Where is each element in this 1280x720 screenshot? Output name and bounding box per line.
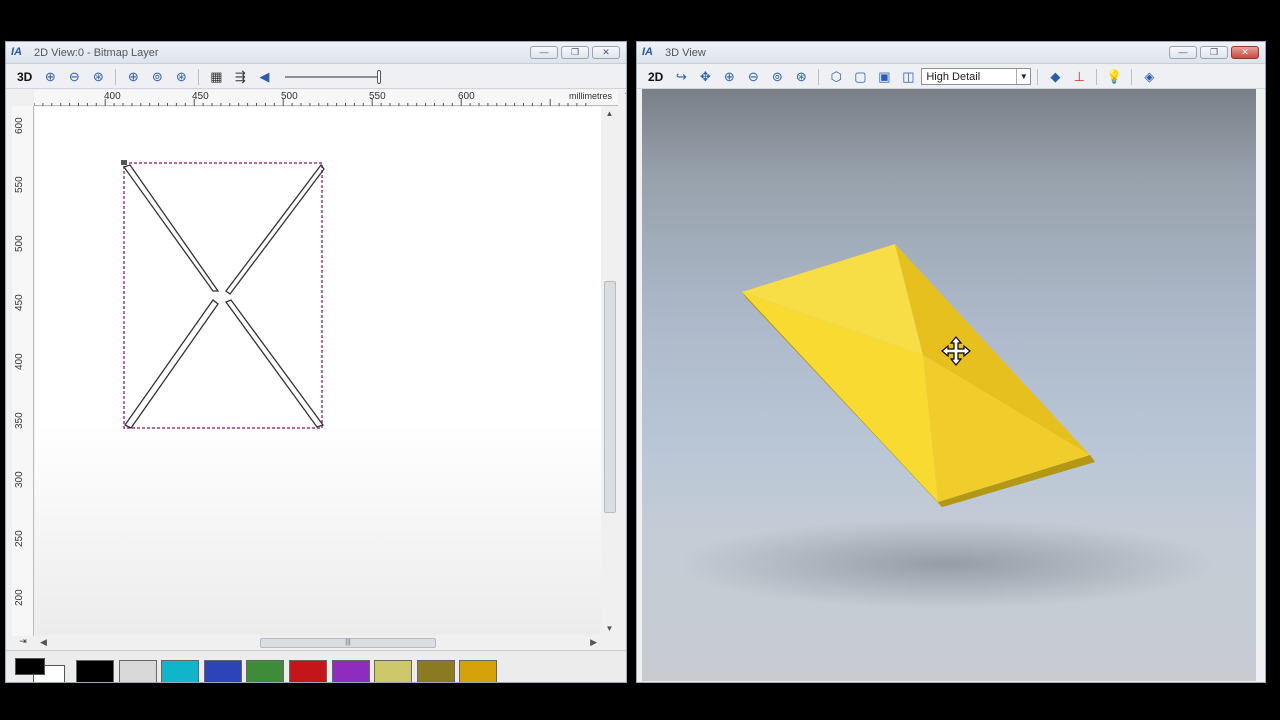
- bitmap-drawing: [35, 107, 601, 635]
- ruler-label: 350: [14, 412, 25, 429]
- ruler-label: 600: [14, 117, 25, 134]
- horizontal-ruler: 400 450 500 550 600 millimetres ▼: [34, 90, 626, 106]
- app-logo-icon: IA: [642, 46, 653, 58]
- ruler-label: 550: [14, 176, 25, 193]
- ruler-label: 500: [14, 235, 25, 252]
- close-button[interactable]: ✕: [1231, 46, 1259, 59]
- color-swatch[interactable]: [118, 660, 157, 682]
- minimize-button[interactable]: —: [1169, 46, 1197, 59]
- titlebar: IA 3D View — ❐ ✕: [637, 42, 1265, 64]
- color-swatch[interactable]: [289, 660, 327, 682]
- scroll-corner-button[interactable]: ⇥: [12, 636, 34, 650]
- pan-icon[interactable]: ✥: [694, 68, 716, 86]
- foreground-color-well[interactable]: [15, 658, 45, 675]
- color-swatch[interactable]: [459, 660, 498, 682]
- ruler-label: 400: [14, 353, 25, 370]
- view-top-icon[interactable]: ▣: [873, 68, 895, 86]
- color-swatch[interactable]: [374, 660, 413, 682]
- scroll-thumb[interactable]: |||: [260, 638, 436, 648]
- 2d-toolbar: 3D ⊕ ⊖ ⊛ ⊕ ⊚ ⊛ ▦ ⇶ ◀: [6, 65, 626, 89]
- zoom-all-icon[interactable]: ⊛: [170, 68, 192, 86]
- switch-3d-button[interactable]: 3D: [12, 70, 37, 84]
- switch-2d-button[interactable]: 2D: [643, 70, 668, 84]
- minimize-button[interactable]: —: [530, 46, 558, 59]
- zoom-in-icon[interactable]: ⊕: [718, 68, 740, 86]
- 2d-view-window: IA 2D View:0 - Bitmap Layer — ❐ ✕ 3D ⊕ ⊖…: [5, 41, 627, 683]
- titlebar: IA 2D View:0 - Bitmap Layer — ❐ ✕: [6, 42, 626, 64]
- 3d-toolbar: 2D ↪ ✥ ⊕ ⊖ ⊚ ⊛ ⬡ ▢ ▣ ◫ High Detail ▼ ◆ ⊥…: [637, 65, 1265, 89]
- layer-send-icon[interactable]: ◀: [253, 68, 275, 86]
- lightbulb-icon[interactable]: 💡: [1103, 68, 1125, 86]
- view-iso-icon[interactable]: ⬡: [825, 68, 847, 86]
- color-swatch[interactable]: [203, 660, 242, 682]
- vertical-scrollbar[interactable]: ▲ ▼: [601, 107, 618, 635]
- detail-level-value: High Detail: [926, 70, 981, 83]
- layer-move-icon[interactable]: ⇶: [229, 68, 251, 86]
- ruler-label: 200: [14, 589, 25, 606]
- 3d-viewport[interactable]: [642, 89, 1256, 681]
- color-swatch[interactable]: [331, 660, 370, 682]
- close-button[interactable]: ✕: [592, 46, 620, 59]
- zoom-in-icon[interactable]: ⊕: [39, 68, 61, 86]
- chevron-down-icon: ▼: [1016, 69, 1030, 84]
- color-swatch[interactable]: [246, 660, 285, 682]
- color-palette: [6, 650, 626, 682]
- flat-view-icon[interactable]: ◆: [1044, 68, 1066, 86]
- layer-tool-icon[interactable]: ▦: [205, 68, 227, 86]
- window-title: 3D View: [665, 47, 706, 59]
- 3d-model-render: [677, 244, 1217, 609]
- yellow-pyramid-model: [742, 244, 1095, 507]
- zoom-selection-icon[interactable]: ⊕: [122, 68, 144, 86]
- color-swatch[interactable]: [416, 660, 455, 682]
- color-swatch[interactable]: [76, 660, 114, 682]
- drawing-canvas[interactable]: [35, 107, 601, 635]
- zoom-fit-icon[interactable]: ⊚: [766, 68, 788, 86]
- zoom-out-icon[interactable]: ⊖: [63, 68, 85, 86]
- zoom-all-icon[interactable]: ⊛: [790, 68, 812, 86]
- view-side-icon[interactable]: ◫: [897, 68, 919, 86]
- rotate-icon[interactable]: ↪: [670, 68, 692, 86]
- app-logo-icon: IA: [11, 46, 22, 58]
- view-front-icon[interactable]: ▢: [849, 68, 871, 86]
- restore-button[interactable]: ❐: [1200, 46, 1228, 59]
- 3d-view-window: IA 3D View — ❐ ✕ 2D ↪ ✥ ⊕ ⊖ ⊚ ⊛ ⬡ ▢ ▣ ◫ …: [636, 41, 1266, 683]
- ruler-label: 250: [14, 530, 25, 547]
- horizontal-scrollbar[interactable]: ◀ ||| ▶: [34, 636, 601, 650]
- selection-handle: [121, 160, 127, 165]
- window-title: 2D View:0 - Bitmap Layer: [34, 47, 159, 59]
- units-dropdown-icon[interactable]: ▼: [620, 90, 626, 105]
- zoom-out-icon[interactable]: ⊖: [742, 68, 764, 86]
- axes-icon[interactable]: ⊥: [1068, 68, 1090, 86]
- color-swatch[interactable]: [161, 660, 200, 682]
- ruler-label: 450: [14, 294, 25, 311]
- material-icon[interactable]: ◈: [1138, 68, 1160, 86]
- detail-level-select[interactable]: High Detail ▼: [921, 68, 1032, 85]
- zoom-fit-icon[interactable]: ⊛: [87, 68, 109, 86]
- scroll-thumb[interactable]: [604, 281, 616, 513]
- restore-button[interactable]: ❐: [561, 46, 589, 59]
- vertical-ruler: 600 550 500 450 400 350 300 250 200: [12, 106, 34, 636]
- ruler-label: 300: [14, 471, 25, 488]
- zoom-window-icon[interactable]: ⊚: [146, 68, 168, 86]
- opacity-slider[interactable]: [285, 68, 385, 86]
